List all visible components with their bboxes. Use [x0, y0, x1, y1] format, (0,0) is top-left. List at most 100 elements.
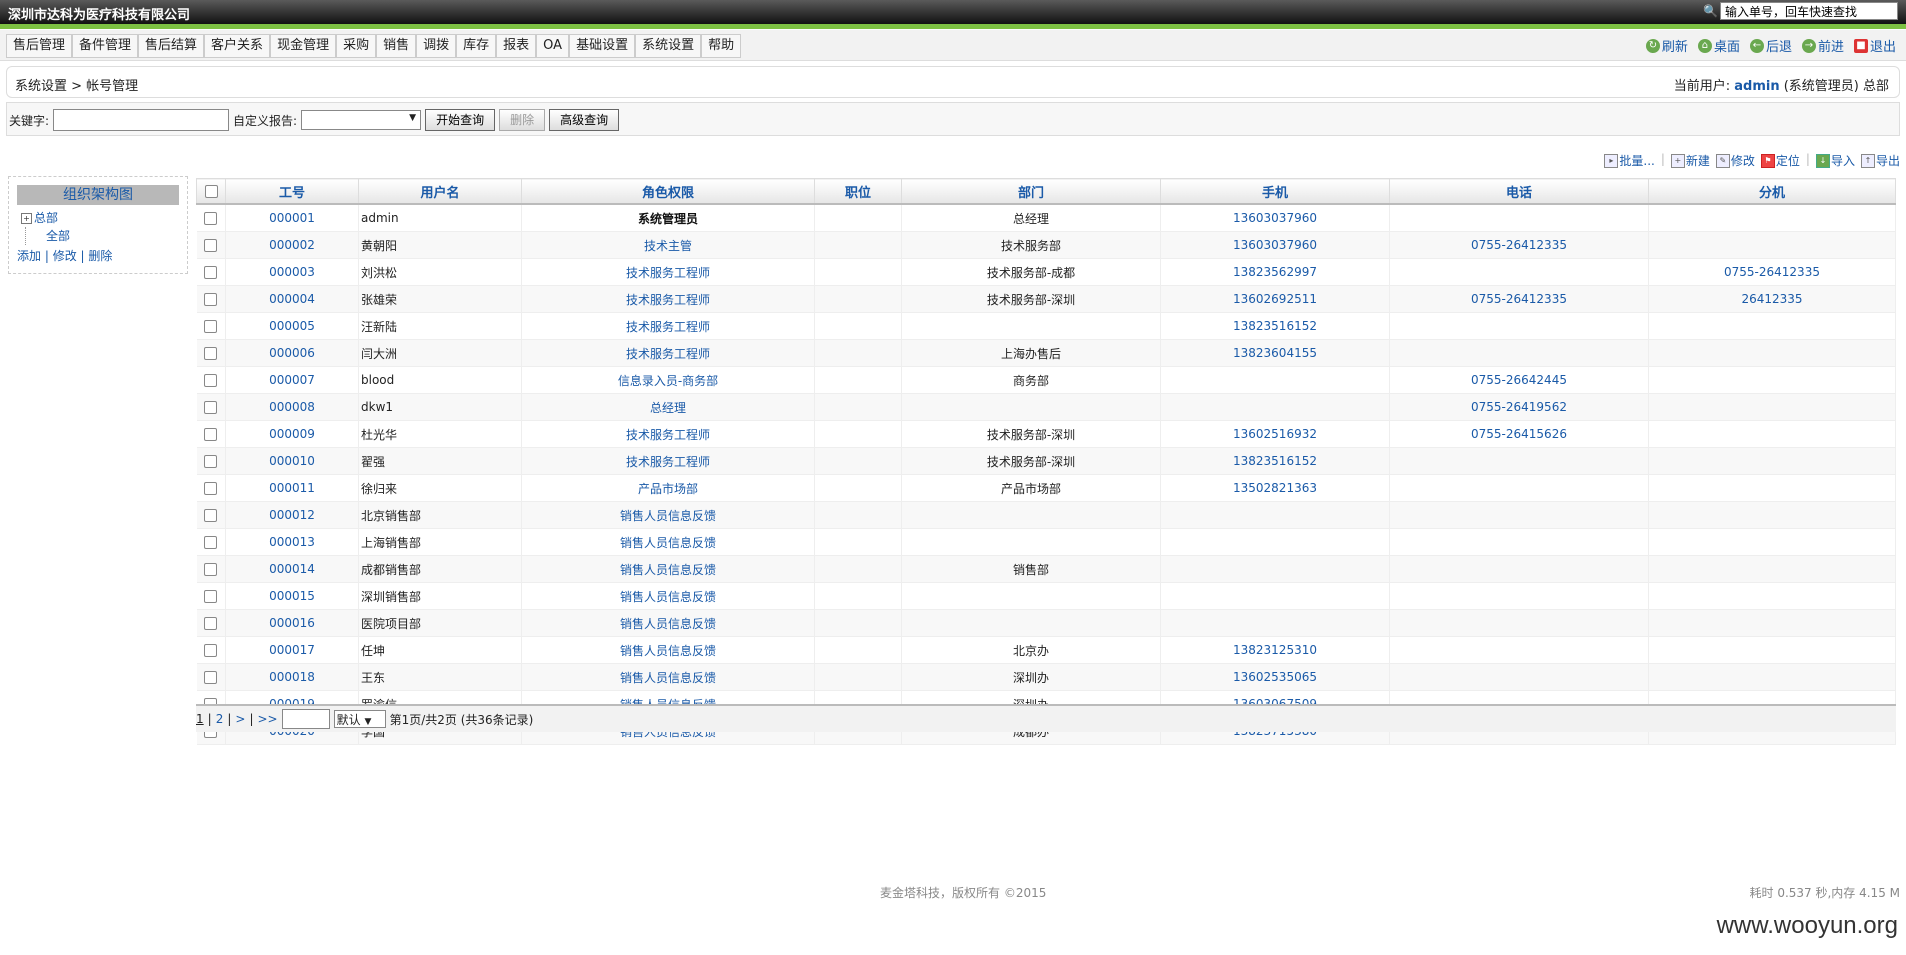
current-user-name[interactable]: admin: [1734, 79, 1779, 94]
column-header[interactable]: 电话: [1389, 178, 1649, 205]
extension-cell[interactable]: [1648, 501, 1896, 529]
employee-id-cell[interactable]: 000015: [225, 582, 359, 610]
menu-item[interactable]: 现金管理: [270, 34, 337, 58]
batch-button[interactable]: ▸ 批量...: [1604, 152, 1655, 169]
back-button[interactable]: ← 后退: [1749, 36, 1792, 55]
employee-id-cell[interactable]: 000002: [225, 231, 359, 259]
table-row[interactable]: 000001 admin 系统管理员 总经理 13603037960: [196, 204, 1896, 232]
column-header[interactable]: 角色权限: [521, 178, 815, 205]
row-checkbox[interactable]: [204, 644, 218, 657]
expand-icon[interactable]: +: [21, 212, 32, 224]
row-checkbox[interactable]: [204, 428, 218, 441]
role-cell[interactable]: 技术服务工程师: [521, 339, 815, 367]
mobile-cell[interactable]: [1160, 366, 1390, 394]
phone-cell[interactable]: 0755-26419562: [1389, 393, 1649, 421]
row-checkbox[interactable]: [204, 482, 218, 495]
refresh-button[interactable]: ↻ 刷新: [1645, 36, 1688, 55]
column-header[interactable]: 用户名: [358, 178, 522, 205]
role-cell[interactable]: 销售人员信息反馈: [521, 555, 815, 583]
row-checkbox[interactable]: [204, 347, 218, 360]
employee-id-cell[interactable]: 000004: [225, 285, 359, 313]
phone-cell[interactable]: 0755-26412335: [1389, 285, 1649, 313]
desktop-button[interactable]: ⌂ 桌面: [1697, 36, 1740, 55]
phone-cell[interactable]: [1389, 339, 1649, 367]
phone-cell[interactable]: 0755-26642445: [1389, 366, 1649, 394]
role-cell[interactable]: 销售人员信息反馈: [521, 528, 815, 556]
table-row[interactable]: 000013 上海销售部 销售人员信息反馈: [196, 528, 1896, 556]
row-checkbox[interactable]: [204, 455, 218, 468]
employee-id-cell[interactable]: 000013: [225, 528, 359, 556]
employee-id-cell[interactable]: 000018: [225, 663, 359, 691]
row-checkbox[interactable]: [204, 563, 218, 576]
mobile-cell[interactable]: [1160, 555, 1390, 583]
row-checkbox[interactable]: [204, 509, 218, 522]
edit-button[interactable]: ✎ 修改: [1715, 152, 1755, 169]
org-add-link[interactable]: 添加: [17, 249, 41, 263]
role-cell[interactable]: 技术主管: [521, 231, 815, 259]
table-row[interactable]: 000002 黄朝阳 技术主管 技术服务部 13603037960 0755-264123…: [196, 231, 1896, 259]
table-row[interactable]: 000014 成都销售部 销售人员信息反馈 销售部: [196, 555, 1896, 583]
forward-button[interactable]: → 前进: [1801, 36, 1844, 55]
mobile-cell[interactable]: 13823125310: [1160, 636, 1390, 664]
next-page-link[interactable]: >: [235, 712, 245, 726]
menu-item[interactable]: 备件管理: [72, 34, 139, 58]
menu-item[interactable]: 售后管理: [6, 34, 73, 58]
employee-id-cell[interactable]: 000009: [225, 420, 359, 448]
row-checkbox[interactable]: [204, 401, 218, 414]
table-row[interactable]: 000004 张雄荣 技术服务工程师 技术服务部-深圳 13602692511 0755-…: [196, 285, 1896, 313]
table-row[interactable]: 000018 王东 销售人员信息反馈 深圳办 13602535065: [196, 663, 1896, 691]
role-cell[interactable]: 技术服务工程师: [521, 312, 815, 340]
extension-cell[interactable]: [1648, 474, 1896, 502]
phone-cell[interactable]: [1389, 609, 1649, 637]
phone-cell[interactable]: 0755-26412335: [1389, 231, 1649, 259]
extension-cell[interactable]: [1648, 555, 1896, 583]
role-cell[interactable]: 总经理: [521, 393, 815, 421]
extension-cell[interactable]: [1648, 609, 1896, 637]
report-select[interactable]: ▼: [301, 110, 422, 130]
mobile-cell[interactable]: 13823516152: [1160, 312, 1390, 340]
row-checkbox[interactable]: [204, 374, 218, 387]
phone-cell[interactable]: [1389, 555, 1649, 583]
extension-cell[interactable]: [1648, 528, 1896, 556]
mobile-cell[interactable]: 13602516932: [1160, 420, 1390, 448]
menu-item[interactable]: 客户关系: [204, 34, 271, 58]
mobile-cell[interactable]: 13823516152: [1160, 447, 1390, 475]
mobile-cell[interactable]: 13602535065: [1160, 663, 1390, 691]
table-row[interactable]: 000007 blood 信息录入员-商务部 商务部 0755-26642445: [196, 366, 1896, 394]
mobile-cell[interactable]: [1160, 528, 1390, 556]
extension-cell[interactable]: [1648, 447, 1896, 475]
menu-item[interactable]: 报表: [496, 34, 537, 58]
extension-cell[interactable]: 0755-26412335: [1648, 258, 1896, 286]
employee-id-cell[interactable]: 000008: [225, 393, 359, 421]
phone-cell[interactable]: [1389, 636, 1649, 664]
menu-item[interactable]: 售后结算: [138, 34, 205, 58]
table-row[interactable]: 000011 徐归来 产品市场部 产品市场部 13502821363: [196, 474, 1896, 502]
delete-button[interactable]: 删除: [499, 109, 546, 131]
keyword-input[interactable]: [53, 109, 230, 131]
column-header[interactable]: 分机: [1648, 178, 1896, 205]
menu-item[interactable]: 调拨: [416, 34, 457, 58]
phone-cell[interactable]: [1389, 528, 1649, 556]
employee-id-cell[interactable]: 000007: [225, 366, 359, 394]
extension-cell[interactable]: [1648, 231, 1896, 259]
extension-cell[interactable]: [1648, 582, 1896, 610]
row-checkbox[interactable]: [204, 266, 218, 279]
page-link[interactable]: 2: [216, 712, 224, 726]
page-jump-input[interactable]: [281, 709, 330, 729]
phone-cell[interactable]: [1389, 663, 1649, 691]
mobile-cell[interactable]: [1160, 501, 1390, 529]
mobile-cell[interactable]: [1160, 582, 1390, 610]
row-checkbox[interactable]: [204, 671, 218, 684]
import-button[interactable]: ↓ 导入: [1815, 152, 1855, 169]
extension-cell[interactable]: [1648, 366, 1896, 394]
phone-cell[interactable]: 0755-26415626: [1389, 420, 1649, 448]
role-cell[interactable]: 销售人员信息反馈: [521, 636, 815, 664]
menu-item[interactable]: 基础设置: [569, 34, 636, 58]
employee-id-cell[interactable]: 000016: [225, 609, 359, 637]
employee-id-cell[interactable]: 000005: [225, 312, 359, 340]
employee-id-cell[interactable]: 000012: [225, 501, 359, 529]
mobile-cell[interactable]: [1160, 609, 1390, 637]
extension-cell[interactable]: [1648, 636, 1896, 664]
table-row[interactable]: 000012 北京销售部 销售人员信息反馈: [196, 501, 1896, 529]
employee-id-cell[interactable]: 000017: [225, 636, 359, 664]
